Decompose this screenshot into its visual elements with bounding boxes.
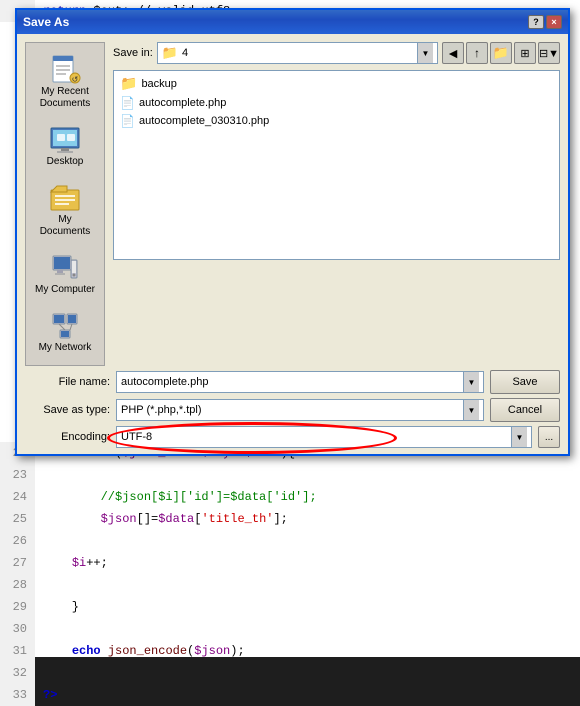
filename-value: autocomplete.php [121, 376, 463, 388]
line-code-33: ?> [35, 688, 57, 702]
my-documents-icon [49, 182, 81, 214]
views-button[interactable]: ⊟▼ [538, 42, 560, 64]
line-code-25: $json[]=$data['title_th']; [35, 512, 288, 526]
dialog-titlebar: Save As ? × [17, 10, 568, 34]
save-button[interactable]: Save [490, 370, 560, 394]
encoding-value: UTF-8 [121, 431, 511, 443]
place-my-computer[interactable]: My Computer [29, 247, 101, 301]
folder-button[interactable]: 📁 [490, 42, 512, 64]
toolbar-buttons: ◄ ↑ 📁 ⊞ ⊟▼ [442, 42, 560, 64]
titlebar-buttons: ? × [528, 15, 562, 29]
place-desktop[interactable]: Desktop [29, 119, 101, 173]
line-num-28: 28 [0, 574, 35, 596]
save-in-value: 4 [182, 47, 413, 59]
file-item-autocomplete[interactable]: 📄 autocomplete.php [116, 94, 557, 112]
desktop-label: Desktop [47, 156, 84, 168]
file-item-backup[interactable]: 📁 backup [116, 73, 557, 94]
line-num-33: 33 [0, 684, 35, 706]
file-name-autocomplete-old: autocomplete_030310.php [139, 115, 269, 127]
dialog-title: Save As [23, 15, 69, 29]
file-item-autocomplete-old[interactable]: 📄 autocomplete_030310.php [116, 112, 557, 130]
save-in-arrow[interactable]: ▼ [417, 43, 433, 63]
line-num-27: 27 [0, 552, 35, 574]
file-name-autocomplete: autocomplete.php [139, 97, 226, 109]
place-my-network[interactable]: My Network [29, 305, 101, 359]
line-code-27: $i++; [35, 556, 108, 570]
encoding-label: Encoding: [25, 431, 110, 443]
new-folder-button[interactable]: ⊞ [514, 42, 536, 64]
up-button[interactable]: ↑ [466, 42, 488, 64]
file-icon-autocomplete-old: 📄 [120, 114, 135, 128]
line-num-26: 26 [0, 530, 35, 552]
save-as-type-row: Save as type: PHP (*.php,*.tpl) ▼ Cancel [25, 398, 560, 422]
line-num-31: 31 [0, 640, 35, 662]
back-button[interactable]: ◄ [442, 42, 464, 64]
close-button[interactable]: × [546, 15, 562, 29]
line-code-24: //$json[$i]['id']=$data['id']; [35, 490, 317, 504]
line-num-32: 32 [0, 662, 35, 684]
save-as-type-label: Save as type: [25, 404, 110, 416]
line-num-30: 30 [0, 618, 35, 640]
save-as-dialog: Save As ? × ↺ [15, 8, 570, 456]
my-computer-label: My Computer [35, 284, 95, 296]
cancel-button[interactable]: Cancel [490, 398, 560, 422]
places-panel: ↺ My RecentDocuments Desktop [25, 42, 105, 366]
save-in-label: Save in: [113, 47, 153, 59]
folder-icon-backup: 📁 [120, 75, 137, 92]
my-computer-icon [49, 252, 81, 284]
file-icon-autocomplete: 📄 [120, 96, 135, 110]
line-num-25: 25 [0, 508, 35, 530]
encoding-row: Encoding: UTF-8 ▼ ... [25, 426, 560, 448]
filename-arrow[interactable]: ▼ [463, 372, 479, 392]
my-network-icon [49, 310, 81, 342]
filename-label: File name: [25, 376, 110, 388]
my-network-label: My Network [39, 342, 92, 354]
line-num-29: 29 [0, 596, 35, 618]
save-as-type-arrow[interactable]: ▼ [463, 400, 479, 420]
filename-row: File name: autocomplete.php ▼ Save [25, 370, 560, 394]
place-my-documents[interactable]: My Documents [29, 177, 101, 243]
line-code-31: echo json_encode($json); [35, 644, 245, 658]
encoding-arrow[interactable]: ▼ [511, 427, 527, 447]
save-as-type-value: PHP (*.php,*.tpl) [121, 404, 463, 416]
line-num-24: 24 [0, 486, 35, 508]
place-recent-documents[interactable]: ↺ My RecentDocuments [29, 49, 101, 115]
encoding-combo[interactable]: UTF-8 ▼ [116, 426, 532, 448]
my-documents-label: My Documents [32, 214, 98, 238]
desktop-icon [49, 124, 81, 156]
file-list[interactable]: 📁 backup 📄 autocomplete.php 📄 autocomple… [113, 70, 560, 260]
recent-documents-icon: ↺ [49, 54, 81, 86]
line-code-29: } [35, 600, 79, 614]
save-as-type-combo[interactable]: PHP (*.php,*.tpl) ▼ [116, 399, 484, 421]
save-in-combo[interactable]: 📁 4 ▼ [157, 42, 438, 64]
recent-documents-label: My RecentDocuments [40, 86, 91, 110]
svg-text:↺: ↺ [72, 75, 79, 84]
ellipsis-button[interactable]: ... [538, 426, 560, 448]
help-button[interactable]: ? [528, 15, 544, 29]
file-name-backup: backup [141, 78, 176, 90]
filename-combo[interactable]: autocomplete.php ▼ [116, 371, 484, 393]
line-num-23: 23 [0, 464, 35, 486]
